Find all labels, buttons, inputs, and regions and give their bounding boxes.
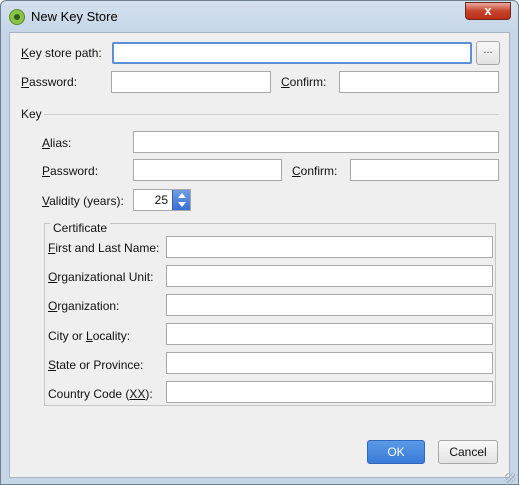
first-last-name-label: First and Last Name:: [48, 241, 160, 255]
first-last-name-input[interactable]: [166, 236, 493, 258]
ok-button[interactable]: OK: [367, 440, 425, 464]
close-button[interactable]: x: [465, 2, 511, 20]
key-password-input[interactable]: [133, 159, 282, 181]
key-section-separator: [44, 114, 499, 115]
alias-label: Alias:: [42, 136, 72, 150]
window-title: New Key Store: [31, 9, 118, 24]
key-section-label: Key: [21, 107, 42, 121]
new-key-store-dialog: New Key Store x Key store path: ... Pass…: [0, 0, 519, 485]
state-province-label: State or Province:: [48, 358, 144, 372]
chevron-down-icon[interactable]: [178, 202, 186, 207]
organizational-unit-input[interactable]: [166, 265, 493, 287]
organizational-unit-label: Organizational Unit:: [48, 270, 154, 284]
chevron-up-icon[interactable]: [178, 193, 186, 198]
ellipsis-icon: ...: [483, 44, 493, 56]
title-bar[interactable]: New Key Store x: [1, 1, 518, 33]
spinner-buttons[interactable]: [172, 190, 190, 210]
certificate-legend: Certificate: [50, 221, 111, 235]
key-password-label: Password:: [42, 164, 99, 178]
keystore-confirm-label: Confirm:: [281, 75, 327, 89]
android-studio-icon: [9, 9, 25, 25]
key-confirm-input[interactable]: [350, 159, 499, 181]
key-store-path-label: Key store path:: [21, 46, 102, 60]
resize-grip[interactable]: [505, 473, 515, 483]
state-province-input[interactable]: [166, 352, 493, 374]
city-locality-input[interactable]: [166, 323, 493, 345]
keystore-confirm-input[interactable]: [339, 71, 499, 93]
country-code-label: Country Code (XX):: [48, 387, 153, 401]
alias-input[interactable]: [133, 131, 499, 153]
organization-label: Organization:: [48, 299, 120, 313]
cancel-button[interactable]: Cancel: [438, 440, 498, 464]
keystore-password-input[interactable]: [111, 71, 271, 93]
validity-label: Validity (years):: [42, 194, 124, 208]
keystore-password-label: Password:: [21, 75, 78, 89]
city-locality-label: City or Locality:: [48, 329, 131, 343]
browse-button[interactable]: ...: [476, 41, 500, 65]
validity-value[interactable]: 25: [155, 193, 168, 207]
close-icon: x: [484, 3, 492, 18]
country-code-input[interactable]: [166, 381, 493, 403]
validity-spinner[interactable]: 25: [133, 189, 191, 211]
key-store-path-input[interactable]: [112, 42, 472, 64]
dialog-body: Key store path: ... Password: Confirm: K…: [9, 32, 510, 478]
organization-input[interactable]: [166, 294, 493, 316]
key-confirm-label: Confirm:: [292, 164, 338, 178]
